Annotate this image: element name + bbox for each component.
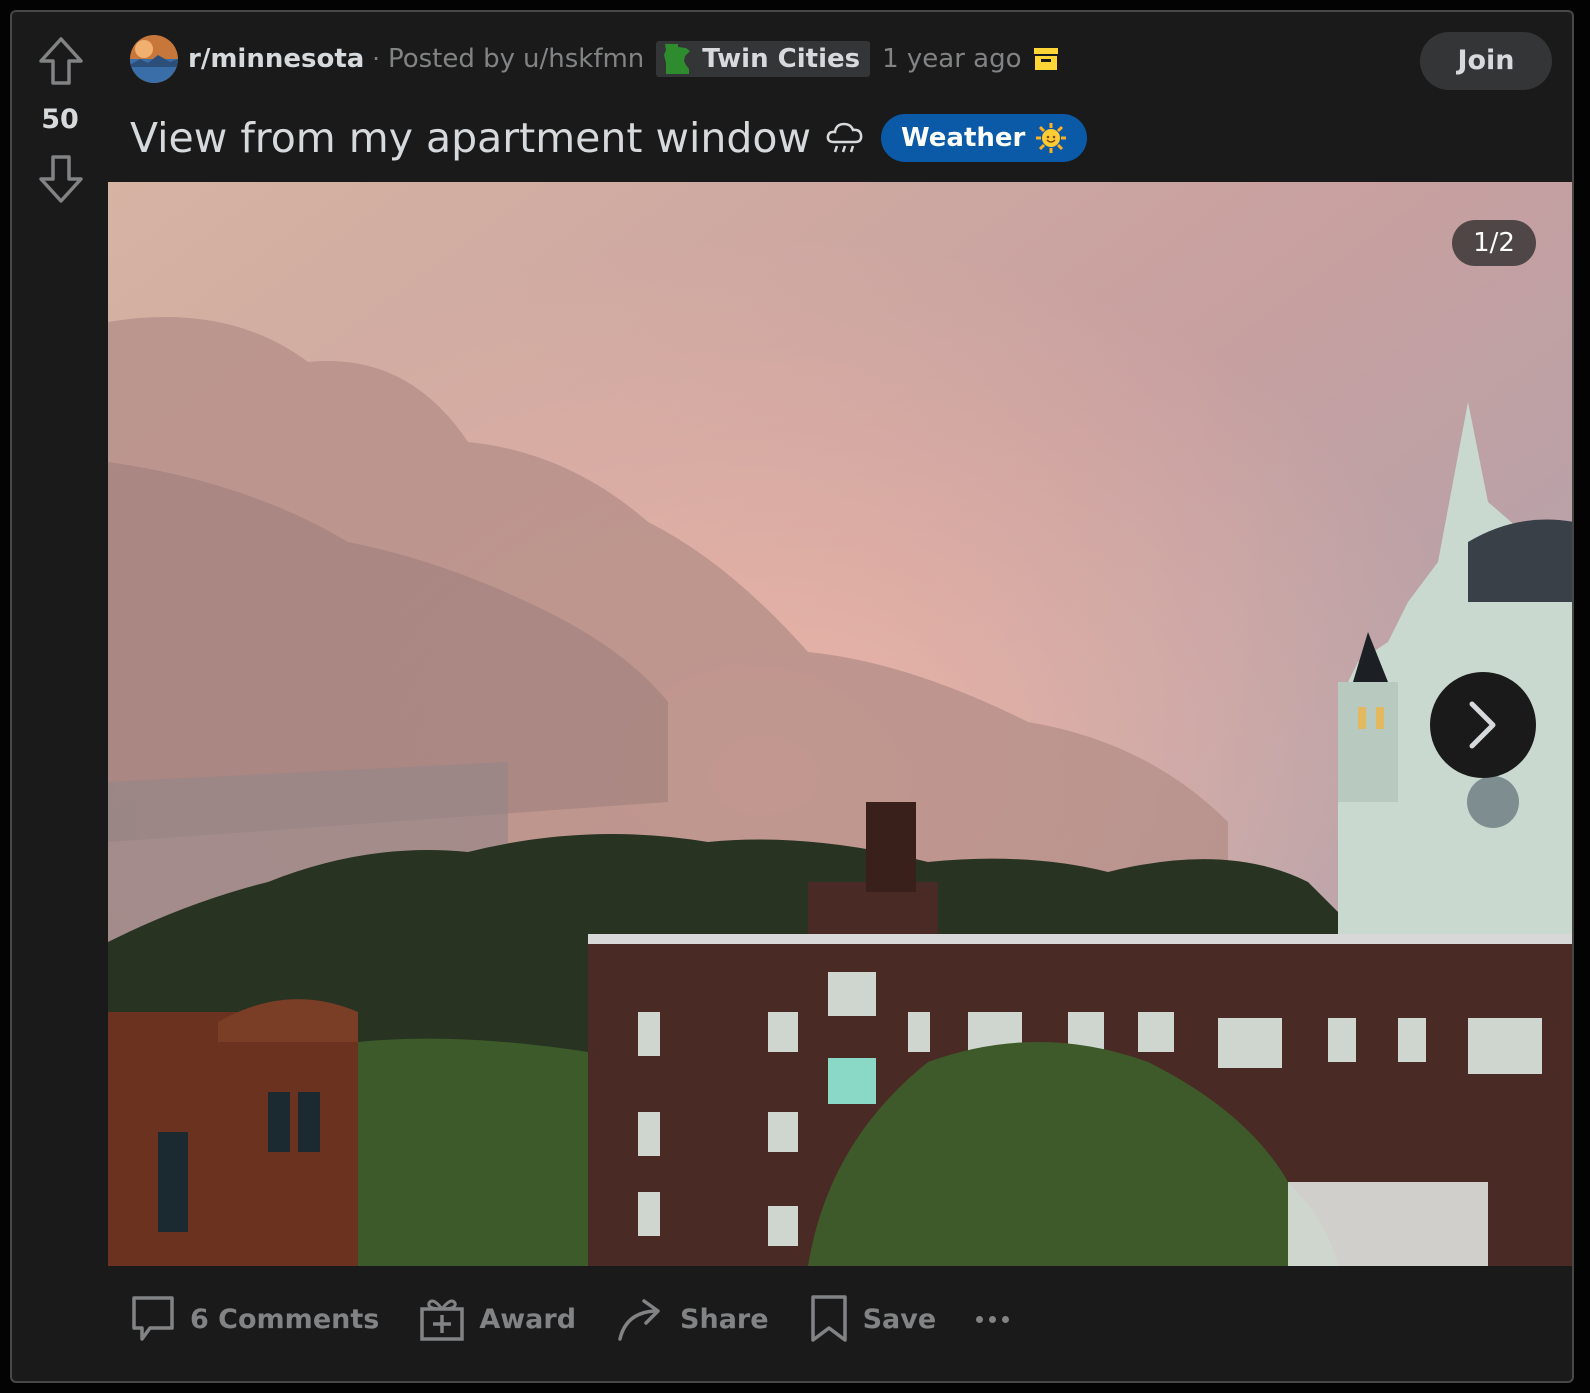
minnesota-flair-icon (664, 44, 691, 74)
comment-icon (132, 1296, 174, 1341)
post-title[interactable]: View from my apartment window (130, 114, 811, 162)
posted-by-label: Posted by (387, 44, 515, 74)
award-button[interactable]: Award (419, 1295, 576, 1343)
link-flair-text: Weather (901, 123, 1026, 153)
subreddit-avatar[interactable] (130, 35, 178, 83)
save-button[interactable]: Save (809, 1294, 937, 1344)
more-options-button[interactable] (976, 1315, 1010, 1323)
post-header: r/minnesota · Posted by u/hskfmn Twin Ci… (130, 34, 1058, 84)
downvote-button[interactable] (38, 154, 84, 204)
link-flair-weather[interactable]: Weather (881, 114, 1088, 162)
save-icon (810, 1295, 847, 1342)
more-icon-dot (1002, 1315, 1010, 1323)
sun-emoji-icon (1036, 123, 1067, 153)
award-icon (420, 1299, 465, 1341)
post-media-gallery[interactable]: 1/2 (108, 182, 1572, 1266)
meta-separator: · (372, 45, 380, 73)
more-icon-dot (989, 1315, 997, 1323)
share-icon (618, 1299, 660, 1341)
downvote-icon (39, 155, 83, 203)
post-time[interactable]: 1 year ago (882, 44, 1021, 74)
upvote-button[interactable] (38, 36, 84, 86)
award-label: Award (479, 1303, 577, 1335)
comments-label: 6 Comments (190, 1303, 380, 1335)
more-icon (976, 1315, 984, 1323)
subreddit-avatar-icon (130, 35, 178, 83)
user-flair-text: Twin Cities (702, 44, 861, 74)
comments-button[interactable]: 6 Comments (130, 1295, 379, 1343)
subreddit-name[interactable]: r/minnesota (188, 44, 364, 74)
post-image (108, 182, 1572, 1266)
gallery-counter: 1/2 (1452, 220, 1536, 266)
post-title-row: View from my apartment window Weather (130, 110, 1088, 166)
post-actions-bar: 6 Comments Award Share Save (130, 1284, 1010, 1354)
upvote-icon (39, 37, 83, 85)
username-link[interactable]: u/hskfmn (523, 44, 644, 74)
post-card[interactable]: 50 r/minnesota · Posted by u/hskfmn Twin… (10, 10, 1574, 1383)
share-label: Share (680, 1303, 769, 1335)
rain-cloud-emoji-icon (826, 122, 863, 153)
user-flair: Twin Cities (656, 41, 871, 77)
join-button[interactable]: Join (1420, 32, 1552, 90)
gallery-next-button[interactable] (1430, 672, 1536, 778)
archive-icon (1033, 48, 1058, 70)
chevron-right-icon (1469, 701, 1496, 749)
vote-score: 50 (41, 104, 79, 135)
share-button[interactable]: Share (616, 1295, 769, 1343)
save-label: Save (862, 1303, 937, 1335)
vote-column: 50 (12, 12, 108, 1381)
